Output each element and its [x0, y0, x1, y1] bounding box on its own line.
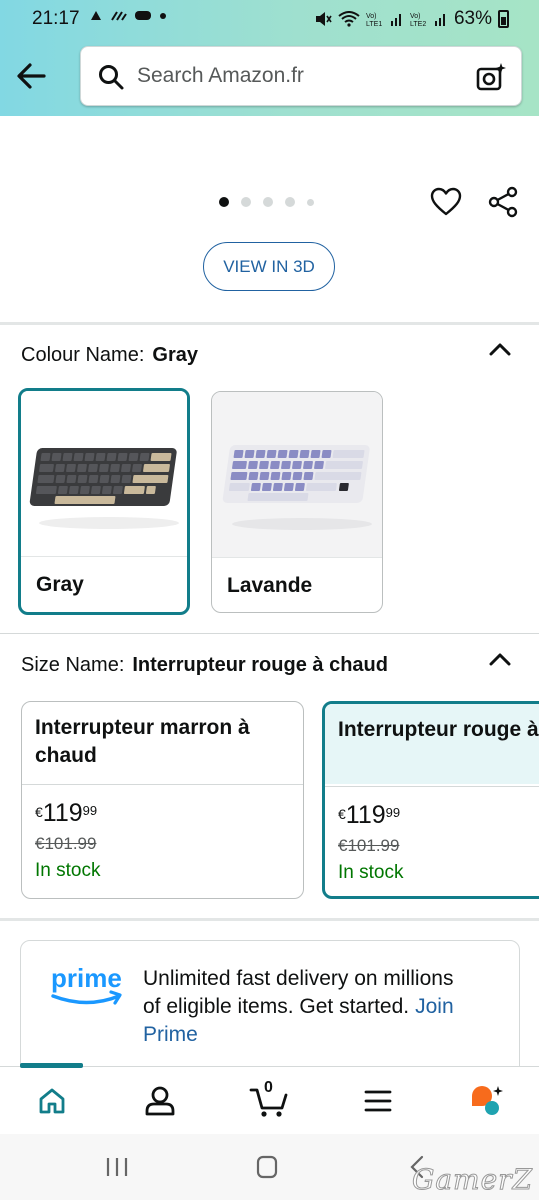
size-selected-value: Interrupteur rouge à chaud: [132, 654, 388, 676]
account-icon: [145, 1086, 175, 1116]
colour-name-label: Colour Name: Gray: [21, 344, 198, 367]
share-icon[interactable]: [487, 186, 519, 218]
nav-cart[interactable]: 0: [247, 1079, 291, 1121]
battery-percent: 63%: [453, 8, 492, 29]
image-carousel-dots: [219, 197, 314, 207]
old-price: €101.99: [35, 834, 97, 853]
price-currency: €: [35, 804, 43, 820]
size-name-label: Size Name: Interrupteur rouge à chaud: [21, 654, 388, 677]
nav-active-indicator: [20, 1063, 83, 1068]
carousel-dot[interactable]: [307, 198, 314, 206]
carousel-dot[interactable]: [219, 197, 229, 207]
home-icon: [39, 1088, 65, 1114]
nav-menu[interactable]: [358, 1081, 398, 1121]
back-arrow-icon[interactable]: [14, 58, 50, 94]
colour-selected-value: Gray: [152, 344, 198, 366]
card-separator: [325, 786, 539, 787]
signal2-icon: [434, 14, 445, 26]
wifi-icon: [338, 11, 360, 27]
carousel-dot[interactable]: [285, 197, 295, 207]
prime-logo-text: prime: [51, 963, 122, 993]
camera-search-icon[interactable]: [475, 61, 507, 93]
prime-logo: prime: [51, 963, 122, 1005]
watermark: GamerZ: [411, 1163, 533, 1197]
colour-option-label: Gray: [36, 573, 84, 596]
old-price: €101.99: [338, 836, 400, 855]
section-divider: [0, 918, 539, 921]
volte2-icon: Vo)LTE2: [410, 13, 426, 27]
price-whole: 119: [345, 801, 386, 829]
size-option-title: Interrupteur rouge à chaud: [338, 718, 539, 741]
cart-count: 0: [264, 1079, 273, 1096]
price-fraction: 99: [82, 803, 98, 818]
keyboard-lavande-image: [212, 392, 382, 558]
svg-text:Vo): Vo): [366, 13, 377, 20]
system-navigation-bar: GamerZ: [0, 1134, 539, 1200]
section-divider: [0, 322, 539, 325]
nav-account[interactable]: [140, 1081, 180, 1121]
volte1-icon: Vo)LTE1: [366, 13, 382, 27]
chevron-up-icon[interactable]: [487, 337, 513, 363]
size-label-text: Size Name:: [21, 654, 125, 676]
prime-promo[interactable]: prime Unlimited fast delivery on million…: [20, 940, 520, 1080]
battery-icon: [498, 10, 509, 28]
search-input[interactable]: [137, 61, 457, 91]
signal1-icon: [390, 14, 401, 26]
size-option-title: Interrupteur marron à chaud: [35, 716, 250, 767]
price-whole: 119: [42, 799, 83, 827]
size-option-marron[interactable]: Interrupteur marron à chaud €11999 €101.…: [21, 701, 304, 899]
carousel-dot[interactable]: [263, 197, 273, 207]
chevron-up-icon[interactable]: [487, 647, 513, 673]
signal-alt-icon: [111, 11, 127, 21]
status-time: 21:17: [32, 8, 80, 29]
svg-text:LTE1: LTE1: [366, 21, 382, 27]
prime-text: Unlimited fast delivery on millions of e…: [143, 967, 454, 1018]
colour-option-label: Lavande: [227, 574, 313, 597]
svg-text:LTE2: LTE2: [410, 21, 426, 27]
status-left-icons: [88, 8, 168, 22]
cloud-icon: [91, 11, 101, 20]
nav-home[interactable]: [32, 1081, 72, 1121]
nav-rufus[interactable]: [466, 1081, 506, 1121]
carousel-dot[interactable]: [241, 197, 251, 207]
home-button-icon[interactable]: [252, 1152, 282, 1182]
section-divider: [0, 633, 539, 634]
price-currency: €: [338, 806, 346, 822]
header: 21:17 Vo) LTE1 Vo) LTE2 63%: [0, 0, 539, 116]
search-bar[interactable]: [80, 46, 522, 106]
status-bar: 21:17 Vo) LTE1 Vo) LTE2 63%: [0, 0, 539, 38]
price: €11999: [35, 799, 97, 828]
price-fraction: 99: [385, 805, 401, 820]
heart-icon[interactable]: [430, 186, 462, 218]
recent-apps-icon[interactable]: [102, 1152, 132, 1182]
keyboard-gray-image: [21, 391, 187, 557]
bottom-navigation: 0: [0, 1063, 539, 1134]
colour-option-lavande[interactable]: Lavande: [211, 391, 383, 613]
view-in-3d-button[interactable]: VIEW IN 3D: [203, 242, 335, 291]
rufus-icon: [472, 1086, 503, 1115]
svg-text:Vo): Vo): [410, 13, 421, 20]
price: €11999: [338, 801, 400, 830]
stock-status: In stock: [338, 862, 404, 883]
stock-status: In stock: [35, 860, 101, 881]
size-option-rouge[interactable]: Interrupteur rouge à chaud €11999 €101.9…: [322, 701, 539, 899]
dot-icon: [160, 13, 166, 19]
colour-option-gray[interactable]: Gray: [18, 388, 190, 615]
colour-label-text: Colour Name:: [21, 344, 145, 366]
game-icon: [135, 11, 151, 20]
status-right-icons: Vo) LTE1 Vo) LTE2 63%: [314, 8, 509, 30]
search-icon: [99, 65, 124, 90]
menu-icon: [364, 1090, 392, 1112]
mute-icon: [315, 12, 332, 26]
card-separator: [22, 784, 303, 785]
prime-description: Unlimited fast delivery on millions of e…: [143, 965, 473, 1049]
